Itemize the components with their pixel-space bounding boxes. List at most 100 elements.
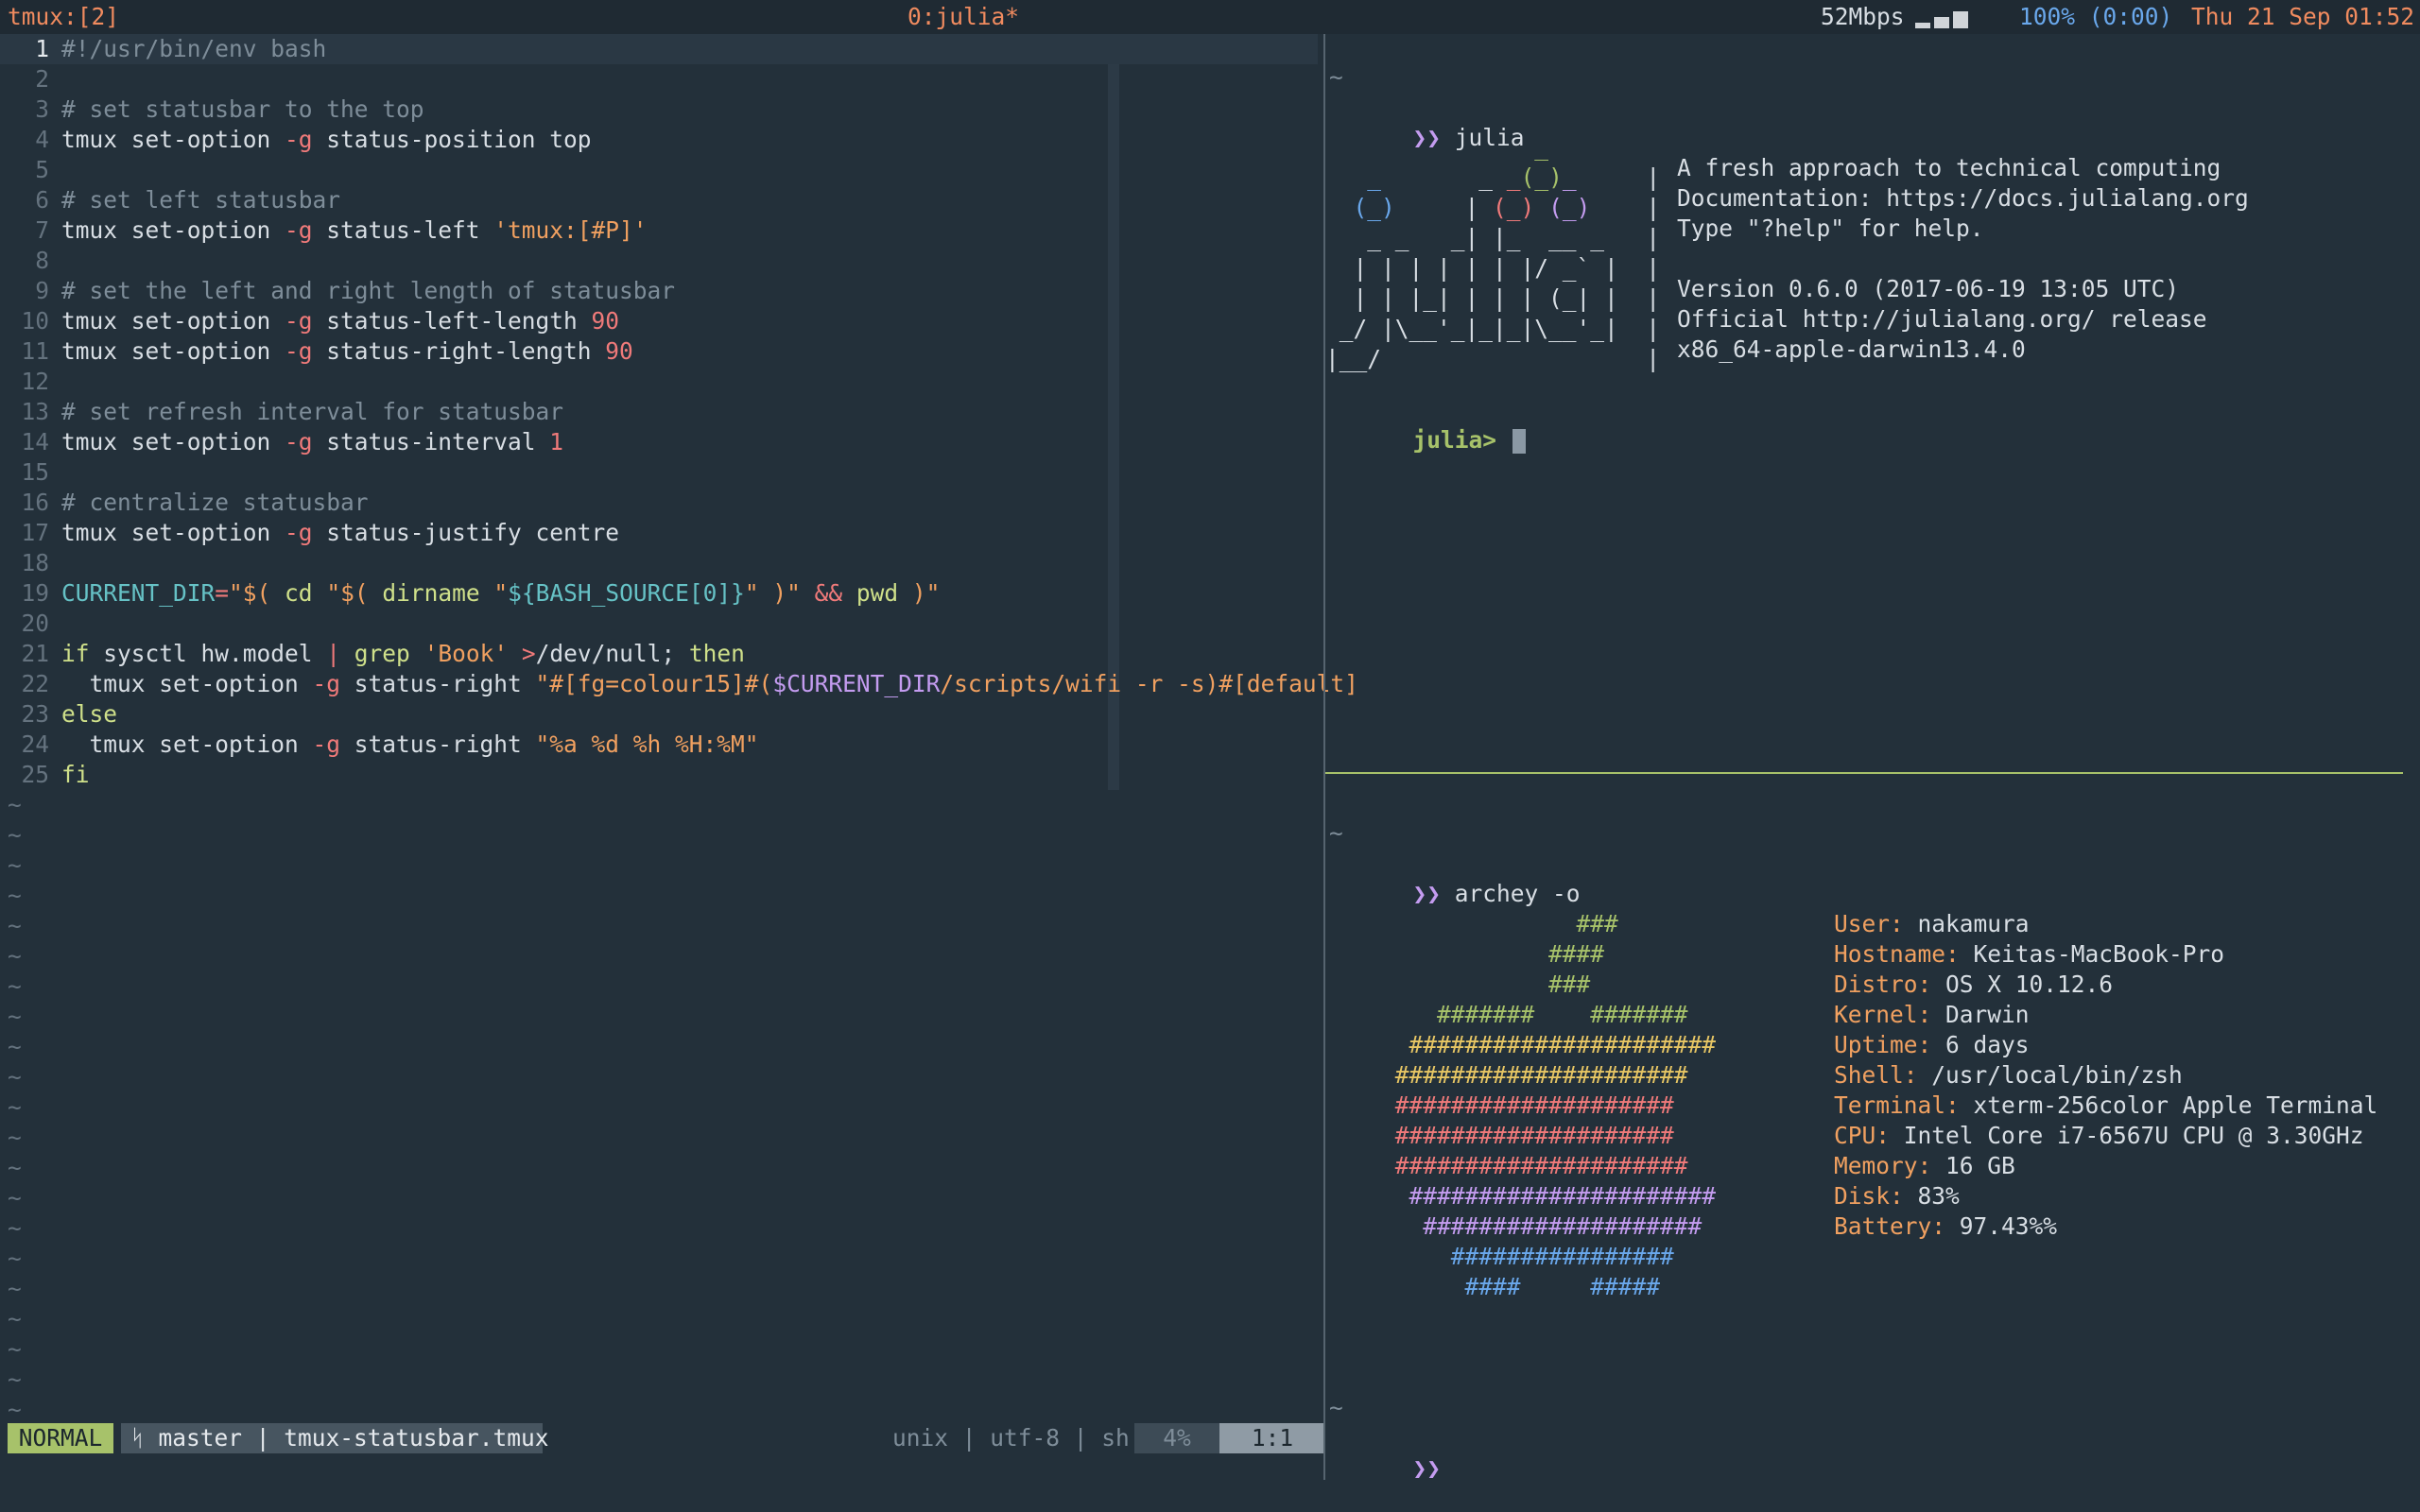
code-token: "#[fg=colour15]#( — [535, 670, 773, 697]
vim-statusline: NORMAL ᛋ master | tmux-statusbar.tmux un… — [8, 1423, 1325, 1453]
julia-logo-segment — [1534, 194, 1548, 221]
sysinfo-row: Distro: OS X 10.12.6 — [1834, 970, 2113, 1000]
code-token: tmux set-option — [61, 216, 285, 244]
julia-logo-line: _ — [1325, 132, 1660, 163]
sysinfo-value: xterm-256color Apple Terminal — [1959, 1091, 2378, 1119]
line-number: 3 — [35, 95, 49, 123]
code-token: 'tmux:[#P]' — [493, 216, 648, 244]
julia-logo-segment: | — [1590, 194, 1661, 221]
line-number: 13 — [21, 398, 49, 425]
code-token: tmux set-option — [61, 307, 285, 335]
code-token: #!/usr/bin/env bash — [61, 35, 327, 62]
line-number: 10 — [21, 307, 49, 335]
line-number: 23 — [21, 700, 49, 728]
line-number: 8 — [35, 247, 49, 274]
apple-logo-line: ### — [1325, 910, 1618, 937]
pane-divider-horizontal[interactable] — [1325, 772, 2403, 774]
line-number: 25 — [21, 761, 49, 788]
sysinfo-row: Terminal: xterm-256color Apple Terminal — [1834, 1091, 2377, 1121]
sysinfo-value: 97.43%% — [1945, 1212, 2058, 1240]
code-token: "$( — [312, 579, 383, 607]
julia-logo-segment: | — [1576, 163, 1661, 191]
code-token: /dev/null; — [535, 640, 689, 667]
apple-logo-line: #################### — [1325, 1122, 1674, 1149]
code-token: " — [479, 579, 509, 607]
empty-line-tilde: ~ — [8, 851, 22, 879]
apple-logo-line: #### — [1325, 940, 1605, 968]
julia-logo: _ _ _ _(_)_ | (_) | (_) (_) | _ _ _| |_ … — [1325, 132, 1660, 374]
tmux-session-label: tmux:[2] — [8, 3, 120, 30]
julia-logo-line: | | | | | | |/ _` | | — [1325, 253, 1661, 284]
code-text: tmux set-option -g status-right "%a %d %… — [61, 730, 759, 760]
julia-logo-line: (_) | (_) (_) | — [1325, 193, 1661, 223]
empty-line-tilde: ~ — [8, 1214, 22, 1242]
line-number: 1 — [35, 35, 49, 62]
code-text: CURRENT_DIR="$( cd "$( dirname "${BASH_S… — [61, 578, 940, 609]
line-number: 20 — [21, 610, 49, 637]
line-number: 4 — [35, 126, 49, 153]
code-token: -g — [312, 730, 341, 758]
code-token: # set the left and right length of statu… — [61, 277, 676, 304]
shell-prompt-line[interactable]: ❯❯ — [1329, 1423, 1442, 1482]
apple-ascii-logo: ### #### ### ####### ####### ###########… — [1325, 909, 1716, 1302]
empty-line-tilde: ~ — [8, 1275, 22, 1302]
julia-logo-line: | | |_| | | | (_| | | — [1325, 284, 1661, 314]
code-token: tmux set-option — [61, 519, 285, 546]
empty-line-tilde: ~ — [8, 882, 22, 909]
sysinfo-row: Shell: /usr/local/bin/zsh — [1834, 1060, 2183, 1091]
code-token: 90 — [591, 307, 620, 335]
julia-logo-line: _ _ _(_)_ | — [1325, 163, 1660, 193]
sysinfo-value: /usr/local/bin/zsh — [1917, 1061, 2183, 1089]
code-token: # set statusbar to the top — [61, 95, 424, 123]
code-token: )" — [898, 579, 941, 607]
sysinfo-value: Intel Core i7-6567U CPU @ 3.30GHz — [1890, 1122, 2364, 1149]
line-number: 17 — [21, 519, 49, 546]
vim-branch-file: ᛋ master | tmux-statusbar.tmux — [121, 1423, 548, 1453]
code-token: then — [688, 640, 745, 667]
julia-logo-segment: | — [1394, 194, 1494, 221]
sysinfo-value: 83% — [1903, 1182, 1960, 1210]
code-token: && — [800, 579, 856, 607]
line-number: 7 — [35, 216, 49, 244]
sysinfo-key: CPU: — [1834, 1122, 1891, 1149]
network-speed: 52Mbps — [1821, 3, 1905, 30]
code-text: tmux set-option -g status-justify centre — [61, 518, 619, 548]
code-text: tmux set-option -g status-position top — [61, 125, 592, 155]
line-number: 22 — [21, 670, 49, 697]
code-token: -g — [285, 337, 313, 365]
julia-command-line: ❯❯ julia — [1329, 93, 1525, 151]
julia-repl-line[interactable]: julia> — [1329, 395, 1526, 454]
empty-line-tilde: ~ — [8, 912, 22, 939]
code-token: 1 — [549, 428, 564, 455]
julia-repl-prompt: julia> — [1412, 426, 1497, 454]
julia-logo-segment: _ _ _| |_ __ _ | — [1325, 224, 1661, 251]
code-token: if — [61, 640, 90, 667]
sysinfo-key: Memory: — [1834, 1152, 1932, 1179]
sysinfo-value: nakamura — [1903, 910, 2030, 937]
sysinfo-value: OS X 10.12.6 — [1931, 971, 2114, 998]
empty-line-tilde: ~ — [8, 1184, 22, 1211]
bottom-pane-tilde: ~ — [1329, 1394, 1343, 1421]
code-token: # set left statusbar — [61, 186, 341, 214]
code-token: status-interval — [312, 428, 550, 455]
terminal-cursor — [1512, 429, 1526, 454]
vim-editor-pane[interactable]: 1 #!/usr/bin/env bash 2 3 # set statusbar to… — [0, 34, 1358, 1470]
tmux-window-tab[interactable]: 0:julia* — [908, 2, 1019, 32]
code-token: status-right — [340, 730, 536, 758]
sysinfo-value: 16 GB — [1931, 1152, 2015, 1179]
sysinfo-row: User: nakamura — [1834, 909, 2030, 939]
code-token: status-left-length — [312, 307, 592, 335]
julia-logo-segment — [1325, 194, 1354, 221]
julia-logo-segment — [1325, 133, 1534, 161]
julia-banner-line: Type "?help" for help. — [1677, 215, 1984, 242]
julia-pane-tilde: ~ — [1329, 63, 1343, 91]
julia-logo-segment: _ — [1381, 163, 1507, 191]
sysinfo-key: Battery: — [1834, 1212, 1946, 1240]
line-number: 12 — [21, 368, 49, 395]
sysinfo-key: Kernel: — [1834, 1001, 1932, 1028]
code-token: tmux set-option — [61, 337, 285, 365]
prompt-arrow-icon: ❯❯ — [1412, 1454, 1442, 1482]
apple-logo-line: ####### ####### — [1325, 1001, 1688, 1028]
apple-logo-line: #################### — [1325, 1091, 1674, 1119]
code-text: # set left statusbar — [61, 185, 340, 215]
